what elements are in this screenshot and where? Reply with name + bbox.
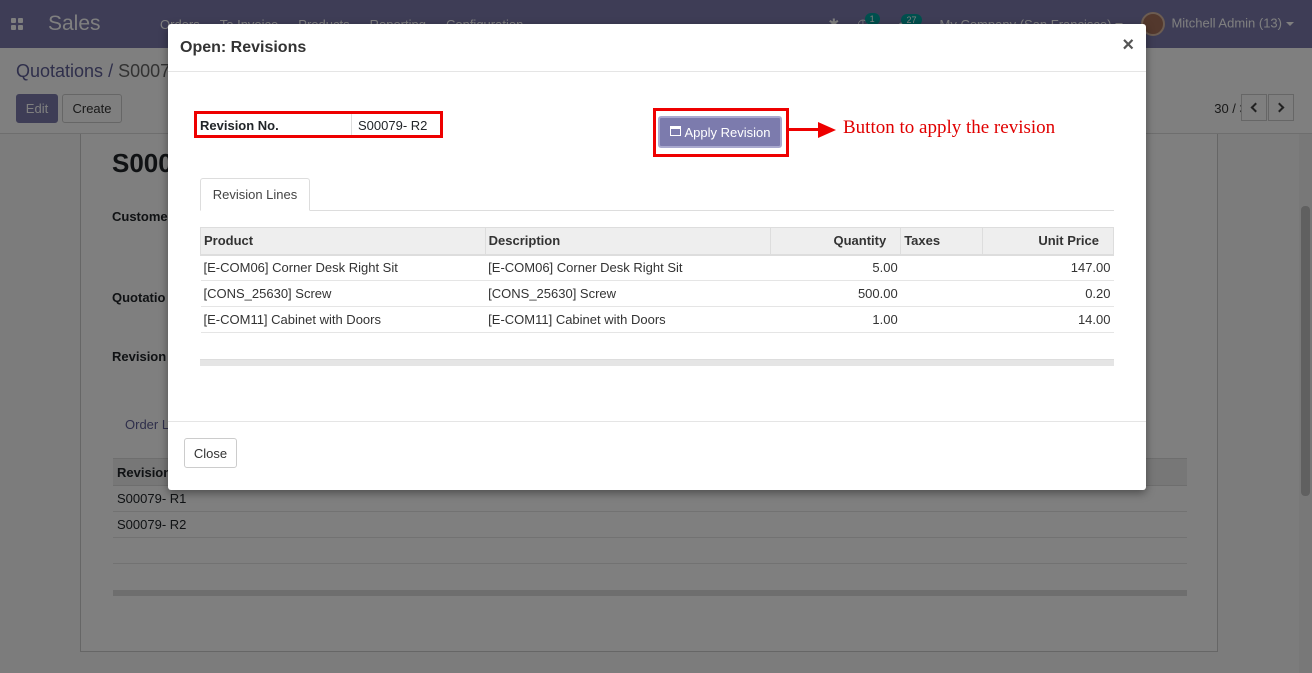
column-unit-price[interactable]: Unit Price — [982, 227, 1114, 255]
cell-product: [CONS_25630] Screw — [200, 280, 486, 307]
dialog-footer: Close — [168, 421, 1146, 490]
cell-description: [CONS_25630] Screw — [485, 280, 771, 307]
cell-description: [E-COM11] Cabinet with Doors — [485, 306, 771, 333]
table-row[interactable]: [E-COM06] Corner Desk Right Sit [E-COM06… — [200, 253, 1114, 281]
revision-no-field: Revision No. S00079- R2 — [194, 111, 443, 138]
dialog-header: Open: Revisions × — [168, 24, 1146, 72]
cell-quantity: 1.00 — [770, 306, 901, 333]
close-icon[interactable]: × — [1122, 35, 1134, 55]
revisions-dialog: Open: Revisions × Revision No. S00079- R… — [168, 24, 1146, 490]
archive-icon — [669, 126, 681, 136]
arrow-icon — [789, 122, 837, 138]
column-quantity[interactable]: Quantity — [770, 227, 902, 255]
cell-taxes — [900, 306, 983, 333]
table-footer — [200, 359, 1114, 366]
cell-taxes — [900, 253, 983, 281]
column-description[interactable]: Description — [484, 227, 772, 255]
cell-unit-price: 0.20 — [982, 280, 1114, 307]
cell-unit-price: 147.00 — [982, 253, 1114, 281]
revision-no-label: Revision No. — [197, 114, 352, 135]
apply-revision-button[interactable]: Apply Revision — [658, 116, 782, 148]
cell-quantity: 500.00 — [770, 280, 901, 307]
apply-revision-label: Apply Revision — [684, 124, 771, 140]
apply-revision-highlight: Apply Revision — [653, 108, 789, 157]
revision-no-value: S00079- R2 — [358, 118, 428, 133]
tab-revision-lines[interactable]: Revision Lines — [200, 178, 310, 211]
dialog-tabs: Revision Lines — [200, 178, 1114, 211]
column-product[interactable]: Product — [200, 227, 486, 255]
close-button[interactable]: Close — [184, 438, 237, 468]
cell-quantity: 5.00 — [770, 253, 901, 281]
table-row[interactable]: [CONS_25630] Screw [CONS_25630] Screw 50… — [200, 280, 1114, 307]
cell-description: [E-COM06] Corner Desk Right Sit — [485, 253, 771, 281]
dialog-title: Open: Revisions — [180, 39, 307, 56]
revision-lines-table: Product Description Quantity Taxes Unit … — [200, 227, 1114, 333]
table-row[interactable]: [E-COM11] Cabinet with Doors [E-COM11] C… — [200, 306, 1114, 333]
cell-product: [E-COM11] Cabinet with Doors — [200, 306, 486, 333]
column-taxes[interactable]: Taxes — [900, 227, 984, 255]
cell-product: [E-COM06] Corner Desk Right Sit — [200, 253, 486, 281]
annotation-text: Button to apply the revision — [843, 117, 1056, 138]
cell-taxes — [900, 280, 983, 307]
cell-unit-price: 14.00 — [982, 306, 1114, 333]
